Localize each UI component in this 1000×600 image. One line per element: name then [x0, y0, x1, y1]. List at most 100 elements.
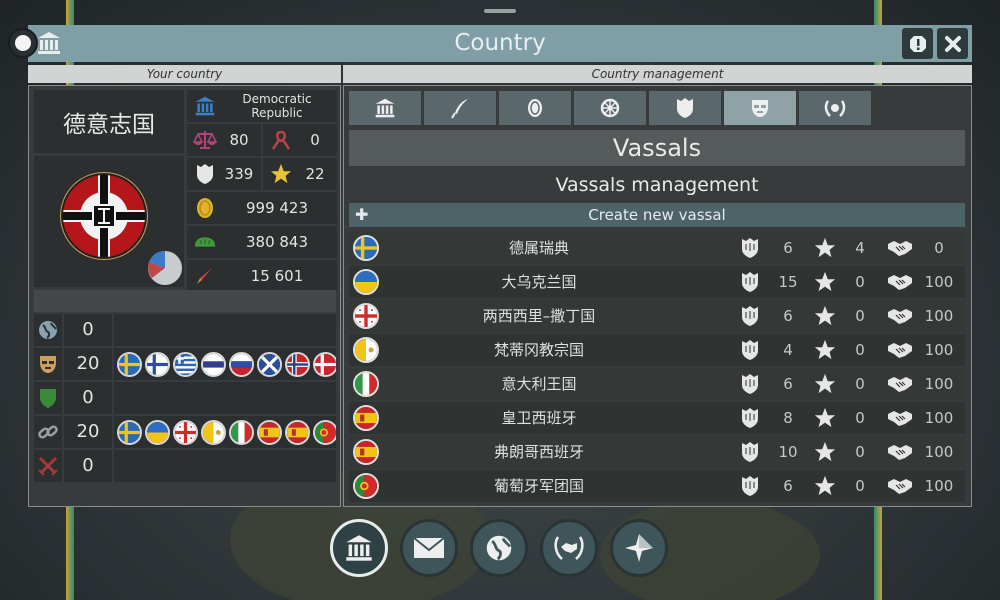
close-button[interactable]	[937, 28, 968, 59]
flag-gr[interactable]	[173, 351, 198, 377]
relation-row-alliances[interactable]: 20	[34, 416, 336, 448]
vassal-stars: 0	[855, 273, 865, 291]
helmet-icon	[193, 162, 217, 186]
vassal-stars: 0	[855, 307, 865, 325]
flag-ua[interactable]	[145, 419, 170, 445]
tab-laws[interactable]	[424, 91, 496, 125]
right-section-header: Country management	[343, 65, 972, 83]
stars-stat: 22	[263, 158, 337, 190]
relation-flags	[114, 314, 336, 346]
vassal-row[interactable]: 意大利王国 6 0 100	[349, 368, 965, 400]
flag-se[interactable]	[117, 419, 142, 445]
tab-vassals[interactable]	[724, 91, 796, 125]
relation-flags	[114, 450, 336, 482]
vassal-row[interactable]: 葡萄牙军团国 6 0 100	[349, 470, 965, 502]
nav-diplomacy[interactable]	[540, 519, 598, 577]
tab-industry[interactable]	[574, 91, 646, 125]
rockets-stat: 15 601	[187, 260, 337, 292]
flag-va[interactable]	[201, 419, 226, 445]
flag-pt[interactable]	[313, 419, 336, 445]
flag-ge[interactable]	[173, 419, 198, 445]
pie-chart-icon[interactable]	[148, 250, 182, 285]
flag-dk[interactable]	[313, 351, 336, 377]
country-window: Country Your country Country management …	[8, 25, 972, 507]
section-subtitle: Vassals management	[555, 174, 759, 196]
section-title: Vassals	[349, 130, 965, 166]
helmet-icon	[738, 236, 762, 260]
handshake-laurel-icon	[554, 536, 584, 560]
capitol-icon	[375, 98, 395, 118]
flag-fi[interactable]	[145, 351, 170, 377]
flag-scot[interactable]	[257, 351, 282, 377]
ribbon-icon	[269, 128, 293, 152]
create-vassal-button[interactable]: ✚ Create new vassal	[349, 203, 965, 227]
rockets-value: 15 601	[250, 267, 304, 285]
your-country-panel: 德意志国 Democratic Republic 80 0 339 22 999…	[28, 85, 341, 507]
tab-economy[interactable]	[499, 91, 571, 125]
vassal-row[interactable]: 大乌克兰国 15 0 100	[349, 266, 965, 298]
vassal-row[interactable]: 皇卫西班牙 8 0 100	[349, 402, 965, 434]
nav-compass[interactable]	[610, 519, 668, 577]
vassal-military: 6	[783, 239, 793, 257]
vassal-name: 皇卫西班牙	[501, 409, 577, 427]
star-icon	[269, 162, 293, 186]
vassal-row[interactable]: 德属瑞典 6 4 0	[349, 232, 965, 264]
vassal-flag	[353, 269, 379, 295]
plus-icon: ✚	[355, 205, 369, 224]
alert-button[interactable]	[902, 28, 933, 59]
mask-icon	[34, 348, 62, 380]
relation-row-wars[interactable]: 0	[34, 450, 336, 482]
vassal-row[interactable]: 弗朗哥西班牙 10 0 100	[349, 436, 965, 468]
vassal-name: 两西西里–撒丁国	[482, 307, 596, 325]
vassal-name: 梵蒂冈教宗国	[493, 341, 584, 359]
nav-country[interactable]	[330, 519, 388, 577]
vassal-military: 4	[783, 341, 793, 359]
star-icon	[813, 372, 837, 396]
relation-row-diplomacy[interactable]: 0	[34, 314, 336, 346]
vassal-flag	[353, 235, 379, 261]
alert-icon	[909, 35, 926, 52]
star-icon	[813, 270, 837, 294]
bread-icon	[193, 230, 217, 254]
flag-se[interactable]	[117, 351, 142, 377]
flag-ru-h[interactable]	[201, 351, 226, 377]
coin-icon	[193, 196, 217, 220]
relation-count: 0	[64, 450, 112, 482]
country-flag-box	[34, 156, 184, 287]
food-stat: 380 843	[187, 226, 337, 258]
vassal-relation: 100	[924, 273, 954, 291]
star-icon	[813, 440, 837, 464]
stars-value: 22	[305, 165, 325, 183]
vassal-row[interactable]: 两西西里–撒丁国 6 0 100	[349, 300, 965, 332]
money-stat: 999 423	[187, 192, 337, 224]
handshake-icon	[886, 372, 914, 396]
relation-row-puppets[interactable]: 20	[34, 348, 336, 380]
vassal-military: 8	[783, 409, 793, 427]
globe-icon	[486, 535, 512, 561]
vassal-flag	[353, 405, 379, 431]
flag-ru[interactable]	[229, 351, 254, 377]
flag-es[interactable]	[285, 419, 310, 445]
helmet-icon	[738, 474, 762, 498]
relation-row-protection[interactable]: 0	[34, 382, 336, 414]
tab-military[interactable]	[649, 91, 721, 125]
drawer-handle[interactable]	[484, 9, 516, 13]
nav-world[interactable]	[470, 519, 528, 577]
flag-es[interactable]	[257, 419, 282, 445]
ribbon-value: 0	[310, 131, 320, 149]
panel-toggle[interactable]	[8, 28, 38, 58]
vassal-row[interactable]: 梵蒂冈教宗国 4 0 100	[349, 334, 965, 366]
vassal-flag	[353, 337, 379, 363]
relation-count: 0	[64, 314, 112, 346]
handshake-icon	[886, 474, 914, 498]
tab-government[interactable]	[349, 91, 421, 125]
helmet-icon	[738, 440, 762, 464]
flag-it[interactable]	[229, 419, 254, 445]
vassal-relation: 100	[924, 477, 954, 495]
tab-honors[interactable]	[799, 91, 871, 125]
nav-messages[interactable]	[400, 519, 458, 577]
government-stat: Democratic Republic	[187, 90, 337, 122]
flag-no[interactable]	[285, 351, 310, 377]
relation-flags	[114, 416, 336, 448]
capitol-icon	[193, 94, 217, 118]
